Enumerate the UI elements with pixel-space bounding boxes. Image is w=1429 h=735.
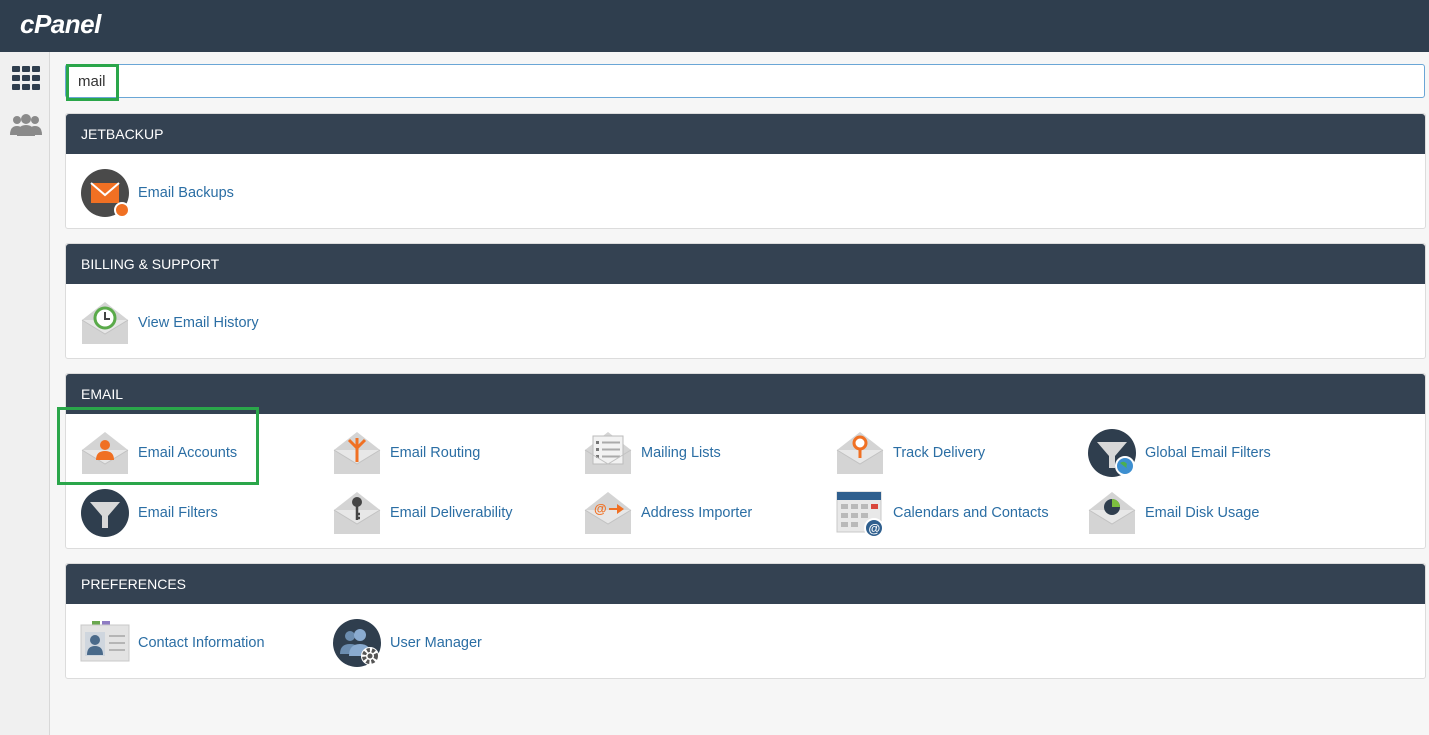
section-title-preferences[interactable]: PREFERENCES [66, 564, 1425, 604]
address-importer-icon: @ [584, 492, 632, 534]
mailing-lists-link[interactable]: Mailing Lists [583, 427, 721, 479]
mailing-lists-icon [584, 432, 632, 474]
email-deliverability-icon [333, 492, 381, 534]
global-email-filters-icon [1088, 429, 1136, 477]
track-delivery-icon [836, 432, 884, 474]
email-disk-usage-link[interactable]: Email Disk Usage [1087, 487, 1259, 539]
search-box [65, 64, 1425, 98]
email-deliverability-link[interactable]: Email Deliverability [332, 487, 512, 539]
track-delivery-label: Track Delivery [893, 445, 986, 461]
users-icon [10, 114, 42, 136]
top-bar: cPanel [0, 0, 1429, 52]
contact-information-icon [80, 621, 130, 662]
section-title-billing[interactable]: BILLING & SUPPORT [66, 244, 1425, 284]
cpanel-logo[interactable]: cPanel [20, 9, 101, 40]
email-routing-link[interactable]: Email Routing [332, 427, 480, 479]
global-email-filters-label: Global Email Filters [1145, 445, 1271, 461]
contact-information-label: Contact Information [138, 635, 265, 651]
users-button[interactable] [8, 107, 44, 143]
calendars-and-contacts-link[interactable]: @ Calendars and Contacts [835, 487, 1049, 539]
email-routing-icon [333, 432, 381, 474]
jetbackup-panel: JETBACKUP Email Backups [65, 113, 1426, 229]
email-disk-usage-icon [1088, 492, 1136, 534]
billing-support-panel: BILLING & SUPPORT View Email History [65, 243, 1426, 359]
email-panel: EMAIL Email Accounts Email Routing Maili… [65, 373, 1426, 549]
section-title-email[interactable]: EMAIL [66, 374, 1425, 414]
user-manager-label: User Manager [390, 635, 482, 651]
address-importer-label: Address Importer [641, 505, 753, 521]
email-accounts-label: Email Accounts [138, 445, 238, 461]
track-delivery-link[interactable]: Track Delivery [835, 427, 985, 479]
email-deliverability-label: Email Deliverability [390, 505, 513, 521]
mailing-lists-label: Mailing Lists [641, 445, 721, 461]
svg-text:@: @ [594, 501, 607, 516]
global-email-filters-link[interactable]: Global Email Filters [1087, 427, 1271, 479]
email-disk-usage-label: Email Disk Usage [1145, 505, 1260, 521]
email-filters-icon [81, 489, 129, 537]
email-backups-link[interactable]: Email Backups [80, 167, 234, 219]
email-filters-label: Email Filters [138, 505, 218, 521]
section-title-jetbackup[interactable]: JETBACKUP [66, 114, 1425, 154]
email-routing-label: Email Routing [390, 445, 481, 461]
search-input[interactable] [66, 65, 1424, 97]
grid-icon [12, 66, 40, 90]
view-email-history-icon [81, 302, 129, 344]
sidebar [0, 52, 50, 735]
view-email-history-label: View Email History [138, 315, 259, 331]
email-accounts-icon [81, 432, 129, 474]
email-backups-icon [81, 169, 130, 218]
contact-information-link[interactable]: Contact Information [80, 617, 265, 669]
calendars-and-contacts-icon: @ [836, 491, 884, 538]
calendars-and-contacts-label: Calendars and Contacts [893, 505, 1049, 521]
email-backups-label: Email Backups [138, 185, 234, 201]
user-manager-icon [333, 619, 381, 667]
view-email-history-link[interactable]: View Email History [80, 297, 259, 349]
address-importer-link[interactable]: @ Address Importer [583, 487, 752, 539]
email-filters-link[interactable]: Email Filters [80, 487, 218, 539]
email-accounts-link[interactable]: Email Accounts [80, 427, 237, 479]
user-manager-link[interactable]: User Manager [332, 617, 482, 669]
tools-grid-button[interactable] [8, 60, 44, 96]
preferences-panel: PREFERENCES Contact Information User Man… [65, 563, 1426, 679]
svg-text:@: @ [869, 522, 881, 536]
